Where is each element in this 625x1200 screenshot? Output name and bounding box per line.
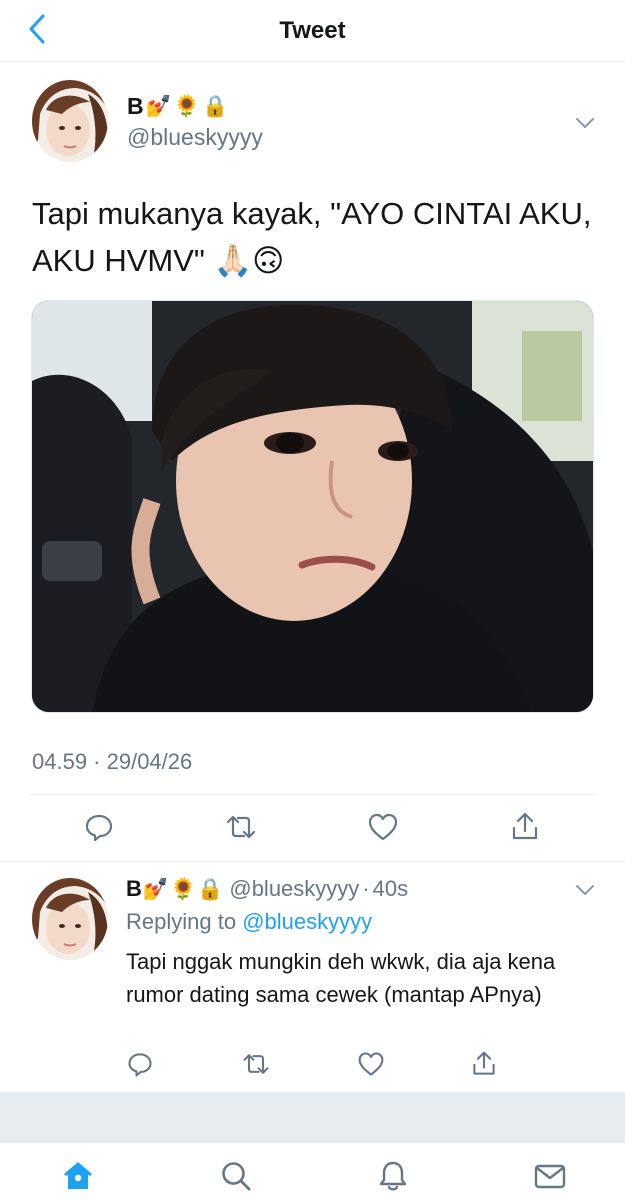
reply-handle[interactable]: @blueskyyyy bbox=[229, 876, 359, 902]
page-title: Tweet bbox=[279, 17, 346, 44]
retweet-icon bbox=[243, 1054, 269, 1074]
like-button[interactable] bbox=[367, 811, 399, 843]
divider bbox=[0, 861, 625, 862]
nail-polish-emoji: 💅 bbox=[145, 94, 172, 118]
replying-to-label: Replying to bbox=[126, 909, 243, 934]
avatar[interactable] bbox=[32, 80, 108, 162]
retweet-button[interactable] bbox=[225, 811, 257, 843]
home-icon bbox=[64, 1162, 92, 1189]
share-icon bbox=[473, 1051, 495, 1075]
tab-home[interactable] bbox=[61, 1159, 95, 1193]
top-nav-bar: Tweet bbox=[0, 0, 625, 62]
tweet-timestamp: 04.59 · 29/04/26 bbox=[32, 749, 193, 774]
share-icon bbox=[512, 812, 538, 840]
display-name[interactable]: B 💅 🌻 🔒 bbox=[127, 93, 228, 120]
reply-display-name[interactable]: B 💅 🌻 🔒 bbox=[126, 876, 223, 902]
nail-polish-emoji: 💅 bbox=[142, 876, 170, 901]
tab-notifications[interactable] bbox=[376, 1159, 410, 1193]
retweet-icon bbox=[226, 815, 256, 839]
reply-avatar[interactable] bbox=[32, 878, 108, 960]
reply-icon bbox=[85, 814, 113, 842]
search-icon bbox=[222, 1162, 251, 1191]
notifications-icon bbox=[379, 1161, 407, 1191]
tab-messages[interactable] bbox=[533, 1159, 567, 1193]
display-name-text: B bbox=[127, 93, 144, 119]
bottom-tab-bar bbox=[0, 1142, 625, 1200]
reply-share-button[interactable] bbox=[470, 1050, 498, 1078]
chevron-down-icon bbox=[576, 118, 594, 128]
separator-dot: · bbox=[362, 876, 370, 901]
messages-icon bbox=[534, 1164, 566, 1189]
sunflower-emoji: 🌻 bbox=[170, 876, 197, 901]
reply-text: Tapi nggak mungkin deh wkwk, dia aja ken… bbox=[126, 949, 556, 1007]
reply-reply-button[interactable] bbox=[126, 1050, 154, 1078]
tweet-options-button[interactable] bbox=[572, 110, 598, 136]
reply-button[interactable] bbox=[83, 811, 115, 843]
lock-icon: 🔒 bbox=[201, 94, 229, 118]
tweet-text: Tapi mukanya kayak, "AYO CINTAI AKU, AKU… bbox=[32, 196, 592, 278]
reply-header: B 💅 🌻 🔒 @blueskyyyy · 40s bbox=[126, 876, 408, 902]
tab-search[interactable] bbox=[219, 1159, 253, 1193]
user-handle[interactable]: @blueskyyyy bbox=[127, 124, 263, 151]
like-icon bbox=[358, 1052, 384, 1076]
lock-icon: 🔒 bbox=[197, 876, 224, 901]
replying-to-line: Replying to @blueskyyyy bbox=[126, 909, 372, 935]
reply-options-button[interactable] bbox=[572, 877, 598, 903]
replying-to-handle-link[interactable]: @blueskyyyy bbox=[242, 909, 372, 934]
chevron-down-icon bbox=[576, 885, 594, 895]
reply-time: 40s bbox=[372, 876, 409, 901]
tweet-media-image[interactable] bbox=[31, 300, 594, 713]
sunflower-emoji: 🌻 bbox=[173, 94, 200, 118]
empty-feed-area bbox=[0, 1092, 625, 1142]
reply-display-name-text: B bbox=[126, 876, 142, 901]
divider bbox=[31, 794, 595, 795]
reply-icon bbox=[128, 1053, 152, 1077]
reply-retweet-button[interactable] bbox=[242, 1050, 270, 1078]
reply-like-button[interactable] bbox=[357, 1050, 385, 1078]
like-icon bbox=[368, 813, 398, 841]
share-button[interactable] bbox=[509, 811, 541, 843]
